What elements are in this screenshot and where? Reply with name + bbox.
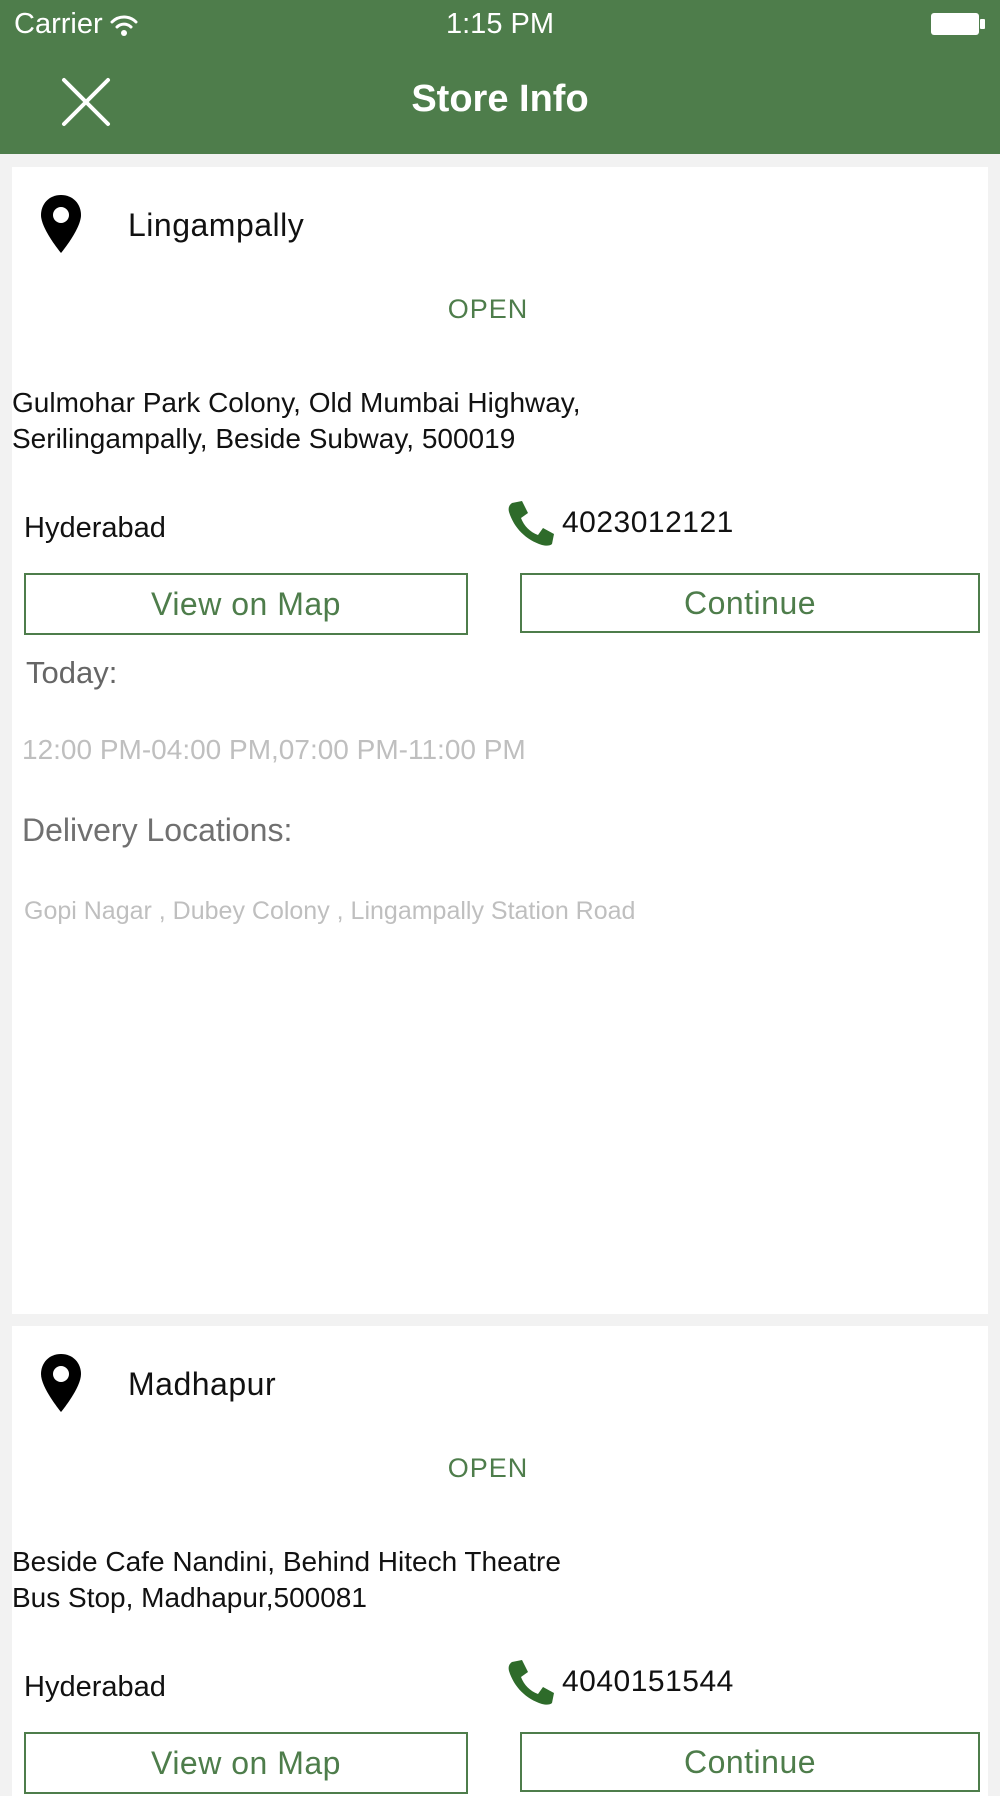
store-name: Madhapur [128,1366,277,1402]
phone-number: 4040151544 [562,1665,734,1698]
store-address: Beside Cafe Nandini, Behind Hitech Theat… [12,1546,561,1613]
view-on-map-button[interactable]: View on Map [24,1732,468,1794]
location-pin-icon [41,1354,81,1412]
status-time: 1:15 PM [446,8,554,40]
app-header: Carrier 1:15 PM Store Info [0,0,1000,154]
phone-icon [508,1660,554,1705]
store-name: Lingampally [128,207,305,243]
store-city: Hyderabad [24,512,166,544]
delivery-locations-label: Delivery Locations: [22,812,293,848]
store-hours: 12:00 PM-04:00 PM,07:00 PM-11:00 PM [22,734,526,765]
phone-icon [508,501,554,546]
status-bar: Carrier 1:15 PM [0,0,1000,50]
nav-bar: Store Info [0,58,1000,148]
store-phone[interactable]: 4023012121 [506,499,734,547]
delivery-locations: Gopi Nagar , Dubey Colony , Lingampally … [24,897,636,925]
store-city: Hyderabad [24,1671,166,1703]
battery-icon [931,13,985,35]
store-card: Madhapur OPEN Beside Cafe Nandini, Behin… [12,1326,988,1796]
location-pin-icon [41,195,81,253]
store-phone[interactable]: 4040151544 [506,1658,734,1706]
today-label: Today: [26,655,118,690]
store-address: Gulmohar Park Colony, Old Mumbai Highway… [12,387,581,454]
store-card: Lingampally OPEN Gulmohar Park Colony, O… [12,167,988,1314]
page-title: Store Info [411,78,589,120]
continue-button[interactable]: Continue [520,573,980,633]
phone-number: 4023012121 [562,506,734,539]
continue-button[interactable]: Continue [520,1732,980,1792]
store-status: OPEN [447,294,529,324]
store-status: OPEN [447,1453,529,1483]
view-on-map-button[interactable]: View on Map [24,573,468,635]
